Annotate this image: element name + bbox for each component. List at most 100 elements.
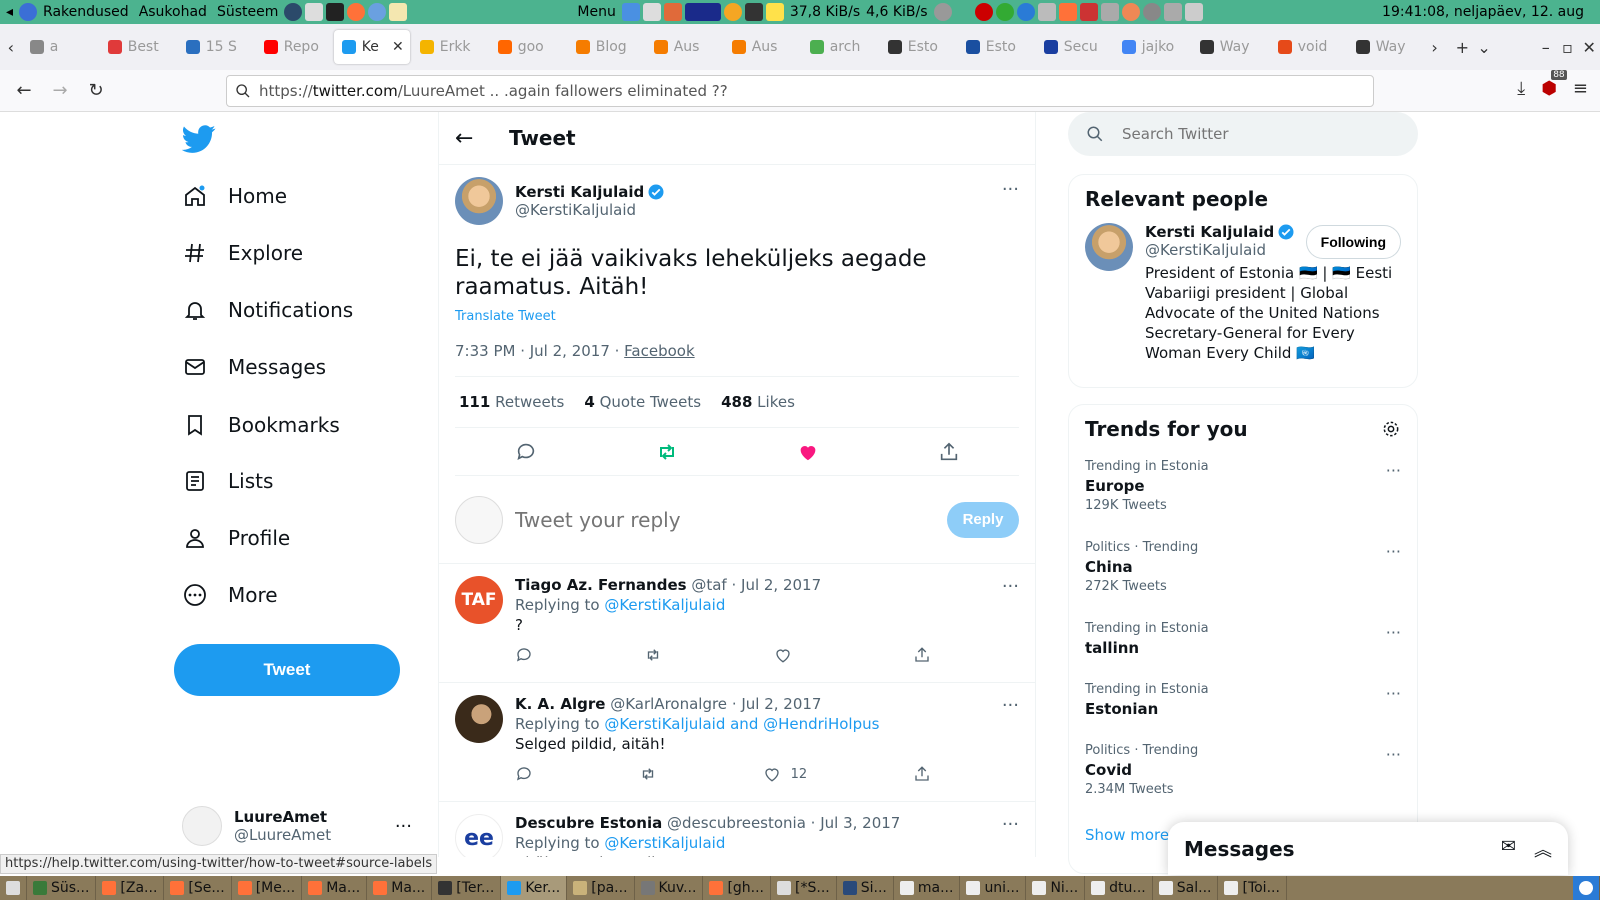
replying-to-link[interactable]: @KerstiKaljulaid and @HendriHolpus	[604, 715, 879, 733]
notes-icon[interactable]	[765, 3, 784, 21]
distro-logo-icon[interactable]	[19, 3, 38, 21]
reply-button[interactable]: Reply	[947, 501, 1019, 538]
ublock-icon[interactable]: ⬢ 88	[1541, 70, 1567, 99]
firefox-icon[interactable]	[347, 3, 366, 21]
tab-scroll-left-icon[interactable]: ‹	[0, 38, 22, 57]
browser-tab[interactable]: a	[22, 30, 98, 64]
heart-icon[interactable]	[795, 439, 821, 465]
reply-author-name[interactable]: Descubre Estonia	[515, 814, 662, 832]
menu-applications[interactable]: Rakendused	[43, 4, 129, 20]
check-icon[interactable]	[621, 3, 640, 21]
trend-item[interactable]: Trending in Estonia Estonian ···	[1069, 676, 1417, 737]
browser-tab[interactable]: Secu	[1036, 30, 1112, 64]
more-dots-icon[interactable]: ···	[1002, 576, 1019, 597]
editor-icon[interactable]	[389, 3, 408, 21]
workspace-icon[interactable]	[1573, 876, 1600, 900]
settings-gear-icon[interactable]	[1381, 419, 1401, 443]
tray-app-icon[interactable]	[1079, 3, 1098, 21]
taskbar-window[interactable]: [pa...	[567, 876, 635, 900]
tray-app-icon[interactable]	[723, 3, 742, 21]
browser-tab[interactable]: Ke ✕	[333, 30, 410, 64]
retweets-stat[interactable]: 111 Retweets	[459, 393, 564, 411]
terminal-icon[interactable]	[326, 3, 345, 21]
tray-app-icon[interactable]	[1142, 3, 1161, 21]
more-dots-icon[interactable]: ···	[395, 816, 412, 837]
translate-tweet-link[interactable]: Translate Tweet	[455, 309, 1019, 324]
browser-tab[interactable]: Esto	[958, 30, 1034, 64]
more-dots-icon[interactable]: ···	[1386, 623, 1401, 642]
reply-author-handle[interactable]: @descubreestonia	[667, 814, 806, 832]
tweet-button[interactable]: Tweet	[174, 644, 400, 696]
reply-tweet[interactable]: K. A. Algre @KarlAronalgre · Jul 2, 2017…	[439, 683, 1035, 802]
more-dots-icon[interactable]: ···	[1002, 179, 1019, 200]
back-arrow-icon[interactable]: ←	[455, 126, 479, 151]
browser-tab[interactable]: Repo	[256, 30, 332, 64]
avatar[interactable]: ee	[455, 814, 503, 857]
back-icon[interactable]: ←	[6, 80, 42, 101]
tweet-timestamp[interactable]: 7:33 PM · Jul 2, 2017 ·	[455, 342, 624, 360]
close-window-icon[interactable]: ✕	[1578, 38, 1600, 57]
tweet-source-link[interactable]: Facebook	[624, 342, 694, 360]
reply-date[interactable]: Jul 3, 2017	[820, 814, 900, 832]
like-button[interactable]: 12	[763, 765, 807, 783]
more-dots-icon[interactable]: ···	[1386, 745, 1401, 764]
nav-item-bookmarks[interactable]: Bookmarks	[182, 405, 340, 445]
more-dots-icon[interactable]: ···	[1002, 695, 1019, 716]
calculator-icon[interactable]	[305, 3, 324, 21]
chat-icon[interactable]	[368, 3, 387, 21]
taskbar-window[interactable]: [Za...	[96, 876, 165, 900]
share-icon[interactable]	[913, 765, 931, 783]
browser-tab[interactable]: void	[1270, 30, 1346, 64]
tray-app-icon[interactable]	[1163, 3, 1182, 21]
show-desktop-icon[interactable]	[0, 876, 27, 900]
relevant-person[interactable]: Kersti Kaljulaid @KerstiKaljulaid Presid…	[1069, 223, 1417, 375]
search-input[interactable]	[1122, 125, 1382, 143]
browser-tab[interactable]: Way	[1192, 30, 1268, 64]
expand-up-icon[interactable]: ︽	[1534, 836, 1552, 862]
person-name[interactable]: Kersti Kaljulaid	[1145, 223, 1274, 241]
more-dots-icon[interactable]: ···	[1386, 542, 1401, 561]
close-tab-icon[interactable]: ✕	[392, 39, 404, 55]
browser-tab[interactable]: jajko	[1114, 30, 1190, 64]
browser-tab[interactable]: Blog	[568, 30, 644, 64]
browser-tab[interactable]: goo	[490, 30, 566, 64]
new-message-icon[interactable]: ✉	[1501, 836, 1516, 862]
reply-author-name[interactable]: K. A. Algre	[515, 695, 605, 713]
trend-item[interactable]: Trending in Estonia tallinn ···	[1069, 615, 1417, 676]
browser-tab[interactable]: Esto	[880, 30, 956, 64]
replying-to-link[interactable]: @KerstiKaljulaid	[604, 596, 725, 614]
reply-author-handle[interactable]: @taf	[691, 576, 726, 594]
record-icon[interactable]	[974, 3, 993, 21]
replying-to-link[interactable]: @KerstiKaljulaid	[604, 834, 725, 852]
trend-item[interactable]: Politics · Trending Covid 2.34M Tweets ·…	[1069, 737, 1417, 818]
taskbar-window[interactable]: [Ter...	[432, 876, 502, 900]
reply-input[interactable]	[515, 507, 895, 532]
tray-app-icon[interactable]	[642, 3, 661, 21]
author-handle[interactable]: @KerstiKaljulaid	[515, 201, 665, 219]
tray-app-icon[interactable]	[1184, 3, 1203, 21]
avatar[interactable]: TAF	[455, 576, 503, 624]
menu-system[interactable]: Süsteem	[217, 4, 278, 20]
messages-drawer[interactable]: Messages ✉ ︽	[1168, 822, 1568, 875]
share-icon[interactable]	[936, 439, 962, 465]
taskbar-window[interactable]: Kuv...	[635, 876, 704, 900]
browser-tab[interactable]: Erkk	[412, 30, 488, 64]
taskbar-window[interactable]: ma...	[894, 876, 961, 900]
taskbar-window[interactable]: Ker...	[501, 876, 568, 900]
avatar[interactable]	[1085, 223, 1133, 271]
retweet-icon[interactable]	[654, 439, 680, 465]
volume-icon[interactable]	[933, 3, 952, 21]
trend-item[interactable]: Trending in Estonia Europe 129K Tweets ·…	[1069, 453, 1417, 534]
browser-tab[interactable]: Aus	[646, 30, 722, 64]
nav-item-profile[interactable]: Profile	[182, 518, 290, 558]
globe-icon[interactable]	[284, 3, 303, 21]
browser-tab[interactable]: Best	[100, 30, 176, 64]
tab-list-icon[interactable]: ⌄	[1473, 38, 1495, 57]
search-icon[interactable]	[744, 3, 763, 21]
like-button[interactable]	[774, 646, 802, 664]
retweet-icon[interactable]	[639, 765, 657, 783]
browser-tab[interactable]: 15 S	[178, 30, 254, 64]
menu-button[interactable]: Menu	[577, 4, 615, 20]
browser-tab[interactable]: Aus	[724, 30, 800, 64]
url-bar[interactable]: https://twitter.com/LuureAmet .. .again …	[226, 75, 1374, 107]
